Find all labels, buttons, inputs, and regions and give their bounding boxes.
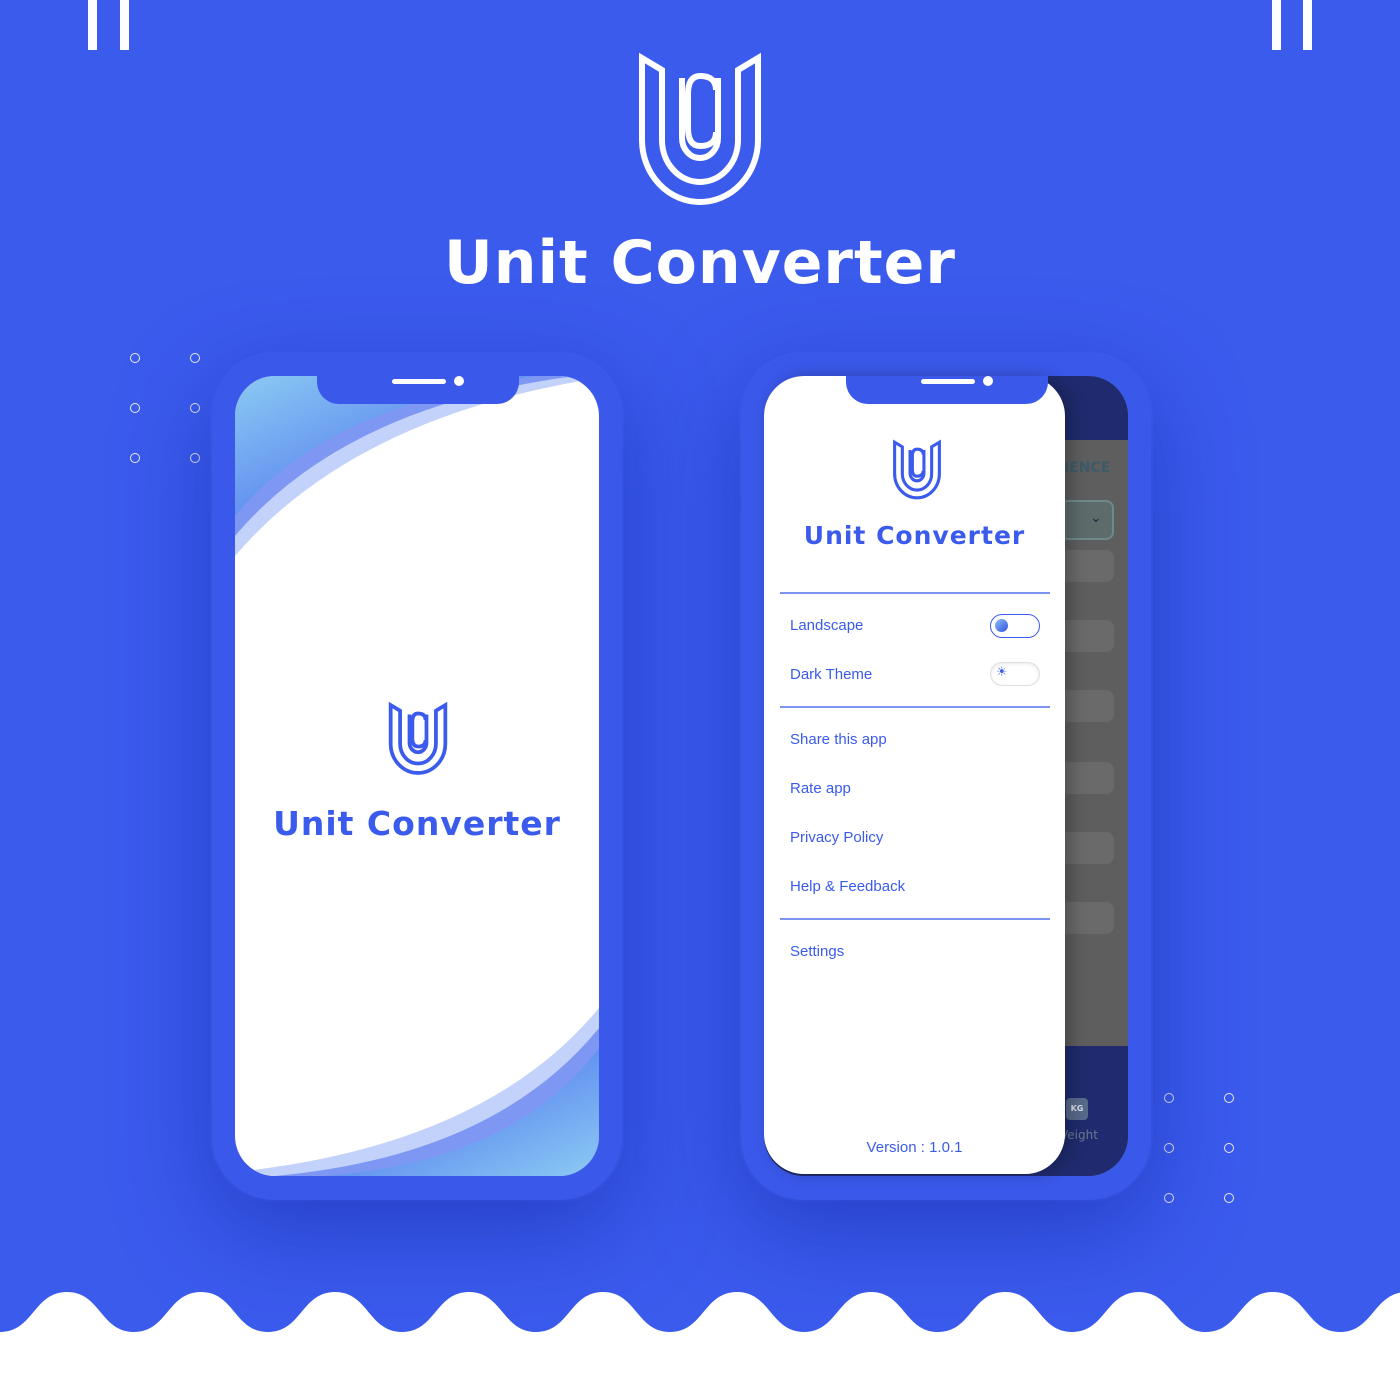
- decor-dot: [190, 453, 200, 463]
- landscape-toggle[interactable]: [990, 614, 1040, 638]
- decor-dot: [1164, 1193, 1174, 1203]
- dark-theme-label: Dark Theme: [790, 666, 873, 683]
- decor-dot: [1164, 1093, 1174, 1103]
- splash-title: Unit Converter: [273, 804, 561, 843]
- help-feedback-link[interactable]: Help & Feedback: [790, 878, 905, 895]
- bottom-wave-decoration: [0, 1292, 1400, 1400]
- drawer-title: Unit Converter: [803, 521, 1026, 550]
- version-text: Version : 1.0.1: [866, 1139, 963, 1156]
- privacy-policy-link[interactable]: Privacy Policy: [790, 829, 883, 846]
- decor-dot: [1164, 1143, 1174, 1153]
- uc-shield-logo-icon: [388, 701, 448, 775]
- speaker: [921, 379, 975, 384]
- navigation-drawer: Unit Converter Landscape Dark Theme ☀ Sh…: [764, 376, 1065, 1174]
- chevron-down-icon: ⌄: [1090, 510, 1102, 526]
- uc-shield-logo-icon: [639, 52, 761, 205]
- hero-title: Unit Converter: [444, 228, 956, 298]
- background-field: [1060, 620, 1114, 652]
- background-field: [1060, 902, 1114, 934]
- toggle-knob: [995, 619, 1008, 632]
- settings-link[interactable]: Settings: [790, 943, 844, 960]
- corner-bar: [88, 0, 97, 50]
- dark-theme-toggle[interactable]: ☀: [990, 662, 1040, 686]
- divider: [780, 592, 1050, 594]
- corner-bar: [1272, 0, 1281, 50]
- phone-notch: [846, 376, 1048, 404]
- weight-icon: KG: [1066, 1098, 1088, 1120]
- background-category-label: IENCE: [1064, 460, 1111, 476]
- decor-dot: [130, 353, 140, 363]
- share-app-link[interactable]: Share this app: [790, 731, 887, 748]
- divider: [780, 706, 1050, 708]
- camera: [983, 376, 993, 386]
- rate-app-link[interactable]: Rate app: [790, 780, 851, 797]
- background-field: [1060, 690, 1114, 722]
- background-dropdown[interactable]: ⌄: [1060, 500, 1114, 540]
- decor-dot: [190, 353, 200, 363]
- tab-weight-label[interactable]: Veight: [1060, 1128, 1098, 1142]
- splash-screen: Unit Converter: [235, 376, 599, 1176]
- background-field: [1060, 832, 1114, 864]
- sun-icon: ☀: [996, 665, 1008, 680]
- corner-bar: [1303, 0, 1312, 50]
- speaker: [392, 379, 446, 384]
- camera: [454, 376, 464, 386]
- background-field: [1060, 762, 1114, 794]
- divider: [780, 918, 1050, 920]
- decor-dot: [1224, 1193, 1234, 1203]
- landscape-label: Landscape: [790, 617, 864, 634]
- corner-bar: [120, 0, 129, 50]
- decor-dot: [190, 403, 200, 413]
- decor-dot: [1224, 1143, 1234, 1153]
- background-field: [1060, 550, 1114, 582]
- phone-notch: [317, 376, 519, 404]
- decor-dot: [130, 453, 140, 463]
- decor-dot: [130, 403, 140, 413]
- uc-shield-logo-icon: [893, 439, 941, 500]
- decor-dot: [1224, 1093, 1234, 1103]
